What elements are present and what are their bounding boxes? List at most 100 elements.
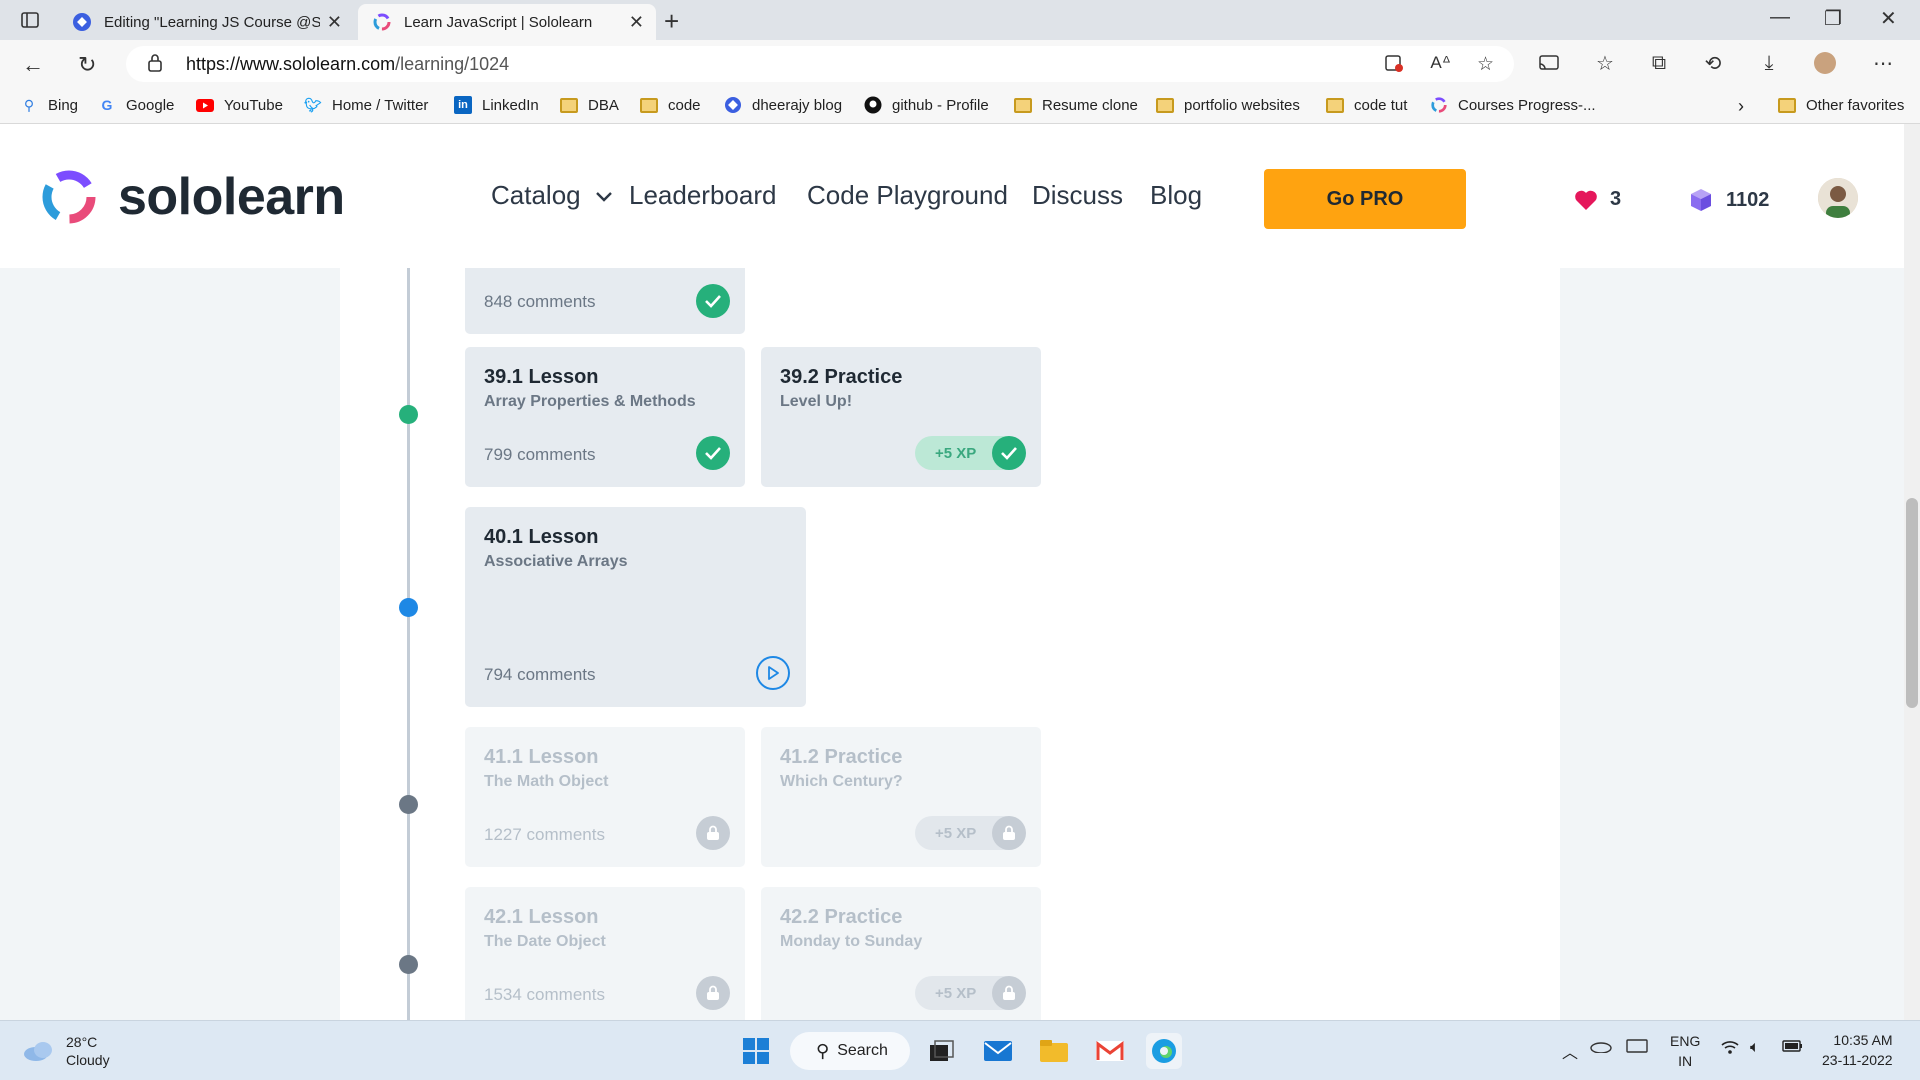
cast-icon[interactable] — [1536, 50, 1562, 76]
bookmark-label: dheerajy blog — [752, 96, 843, 114]
address-bar[interactable]: https://www.sololearn.com/learning/1024 … — [126, 46, 1514, 82]
chevron-down-icon — [596, 192, 612, 202]
new-tab-icon[interactable]: + — [664, 6, 679, 37]
user-avatar[interactable] — [1818, 178, 1858, 218]
bookmark-folder-codetut[interactable]: code tut — [1326, 96, 1407, 114]
card-subtitle: The Math Object — [484, 773, 609, 790]
add-favorite-icon[interactable]: ☆ — [1477, 53, 1494, 78]
bookmark-label: github - Profile — [892, 96, 989, 114]
lesson-card-40-1[interactable]: 40.1 Lesson Associative Arrays 794 comme… — [465, 507, 806, 707]
address-toolbar: ← ↻ https://www.sololearn.com/learning/1… — [0, 40, 1920, 88]
practice-card-41-2[interactable]: 41.2 Practice Which Century? +5 XP — [761, 727, 1041, 867]
history-icon[interactable]: ⟲ — [1700, 50, 1726, 76]
start-icon[interactable] — [738, 1033, 774, 1069]
bookmark-folder-portfolio[interactable]: portfolio websites — [1156, 96, 1300, 114]
check-icon — [696, 284, 730, 318]
lock-icon[interactable] — [148, 54, 162, 77]
hearts-counter[interactable]: 3 — [1574, 188, 1621, 211]
gmail-icon[interactable] — [1092, 1033, 1128, 1069]
bookmark-label: portfolio websites — [1184, 96, 1300, 114]
close-window-icon[interactable]: ✕ — [1880, 6, 1897, 31]
weather-condition: Cloudy — [66, 1052, 110, 1068]
refresh-icon[interactable]: ↻ — [78, 52, 96, 78]
lesson-card-39-1[interactable]: 39.1 Lesson Array Properties & Methods 7… — [465, 347, 745, 487]
show-hidden-icons[interactable]: ︿ — [1562, 1039, 1578, 1063]
app-available-icon[interactable] — [1384, 53, 1404, 78]
downloads-icon[interactable]: ⤓ — [1756, 50, 1782, 76]
windows-taskbar: 28°C Cloudy ⚲ Search ︿ ENG IN 🔈︎ 10:35 A… — [0, 1020, 1920, 1080]
folder-icon — [1156, 96, 1174, 114]
taskbar-search[interactable]: ⚲ Search — [790, 1032, 910, 1070]
language-indicator[interactable]: ENG IN — [1670, 1031, 1700, 1071]
blog-icon — [724, 96, 742, 114]
edge-browser-icon[interactable] — [1146, 1033, 1182, 1069]
bookmark-twitter[interactable]: 🐦︎ Home / Twitter — [304, 96, 428, 114]
go-pro-button[interactable]: Go PRO — [1264, 169, 1466, 229]
file-explorer-icon[interactable] — [1036, 1033, 1072, 1069]
comments-count: 799 comments — [484, 445, 596, 464]
scrollbar-thumb[interactable] — [1906, 498, 1918, 708]
volume-icon[interactable]: 🔈︎ — [1750, 1039, 1760, 1057]
bookmark-other-favorites[interactable]: Other favorites — [1778, 96, 1904, 114]
nav-discuss[interactable]: Discuss — [1032, 180, 1123, 211]
nav-code-playground[interactable]: Code Playground — [807, 180, 1008, 211]
xp-counter[interactable]: 1102 — [1690, 188, 1769, 212]
collections-icon[interactable]: ⧉ — [1646, 50, 1672, 76]
lesson-card-41-1[interactable]: 41.1 Lesson The Math Object 1227 comment… — [465, 727, 745, 867]
system-clock[interactable]: 10:35 AM 23-11-2022 — [1822, 1030, 1893, 1070]
tab-actions-icon[interactable] — [16, 8, 44, 32]
play-icon[interactable] — [756, 656, 790, 690]
check-icon — [992, 436, 1026, 470]
nav-catalog[interactable]: Catalog — [491, 180, 612, 211]
card-title: 42.1 Lesson — [484, 906, 599, 928]
lesson-card-42-1[interactable]: 42.1 Lesson The Date Object 1534 comment… — [465, 887, 745, 1020]
bookmark-google[interactable]: G Google — [98, 96, 175, 114]
mail-icon[interactable] — [980, 1033, 1016, 1069]
back-icon[interactable]: ← — [22, 52, 44, 78]
nav-leaderboard[interactable]: Leaderboard — [629, 180, 776, 211]
github-icon — [864, 96, 882, 114]
nav-blog[interactable]: Blog — [1150, 180, 1202, 211]
google-icon: G — [101, 97, 113, 113]
lesson-timeline: 848 comments 39.1 Lesson Array Propertie… — [340, 268, 1560, 1020]
bookmark-label: DBA — [588, 96, 619, 114]
close-tab-icon[interactable]: ✕ — [327, 12, 342, 33]
keyboard-icon[interactable] — [1626, 1039, 1648, 1056]
lesson-card-previous[interactable]: 848 comments — [465, 268, 745, 334]
sololearn-logo[interactable]: sololearn — [38, 166, 345, 228]
search-icon: ⚲ — [816, 1040, 830, 1061]
sololearn-logo-icon — [42, 170, 96, 224]
read-aloud-icon[interactable]: Aᐞ — [1430, 53, 1451, 78]
lock-icon — [696, 976, 730, 1010]
bookmark-github[interactable]: github - Profile — [864, 96, 989, 114]
bookmark-label: Google — [126, 96, 175, 114]
battery-icon[interactable] — [1782, 1039, 1804, 1056]
more-bookmarks-chevron-icon[interactable]: › — [1738, 96, 1744, 117]
favorites-icon[interactable]: ☆ — [1592, 50, 1618, 76]
card-subtitle: Which Century? — [780, 773, 903, 790]
more-options-icon[interactable]: ⋯ — [1870, 50, 1896, 76]
tab-sololearn[interactable]: Learn JavaScript | Sololearn ✕ — [358, 4, 656, 40]
onedrive-icon[interactable] — [1590, 1039, 1612, 1056]
lock-icon — [696, 816, 730, 850]
restore-icon[interactable]: ❐ — [1824, 6, 1842, 31]
close-tab-icon[interactable]: ✕ — [629, 12, 644, 33]
weather-widget[interactable]: 28°C Cloudy — [22, 1033, 110, 1069]
bookmark-linkedin[interactable]: in LinkedIn — [454, 96, 539, 114]
lock-icon — [992, 816, 1026, 850]
bookmark-folder-dba[interactable]: DBA — [560, 96, 619, 114]
bookmark-youtube[interactable]: YouTube — [196, 96, 283, 114]
practice-card-39-2[interactable]: 39.2 Practice Level Up! +5 XP — [761, 347, 1041, 487]
bookmark-bing[interactable]: ⚲ Bing — [20, 96, 78, 114]
bookmark-folder-code[interactable]: code — [640, 96, 701, 114]
bookmark-blog[interactable]: dheerajy blog — [724, 96, 842, 114]
wifi-icon[interactable] — [1720, 1039, 1740, 1058]
bookmark-folder-resume[interactable]: Resume clone — [1014, 96, 1138, 114]
minimize-icon[interactable]: — — [1770, 6, 1790, 29]
practice-card-42-2[interactable]: 42.2 Practice Monday to Sunday +5 XP — [761, 887, 1041, 1020]
tab-editing[interactable]: Editing "Learning JS Course @Sc ✕ — [58, 4, 354, 40]
profile-icon[interactable] — [1812, 50, 1838, 76]
card-subtitle: Level Up! — [780, 393, 853, 410]
bookmark-courses-progress[interactable]: Courses Progress-... — [1430, 96, 1596, 114]
task-view-icon[interactable] — [924, 1033, 960, 1069]
